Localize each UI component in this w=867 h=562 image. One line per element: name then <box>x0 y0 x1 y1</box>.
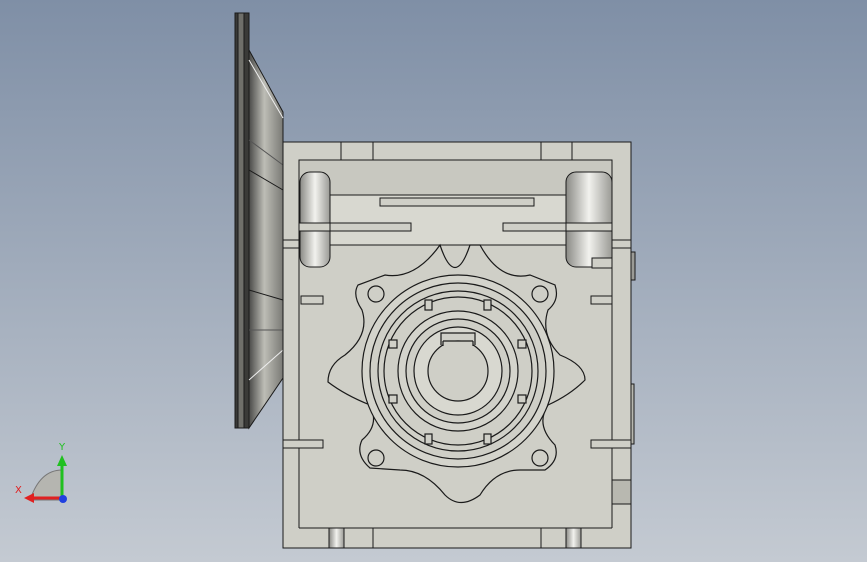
gearbox-model[interactable] <box>0 0 867 562</box>
motor-flange <box>234 12 284 430</box>
output-flange <box>327 243 586 504</box>
view-triad <box>24 455 67 503</box>
triad-x-label: X <box>15 485 22 496</box>
triad-y-label: Y <box>59 442 66 453</box>
cad-viewport[interactable]: X Y <box>0 0 867 562</box>
triad-z-axis <box>59 495 67 503</box>
